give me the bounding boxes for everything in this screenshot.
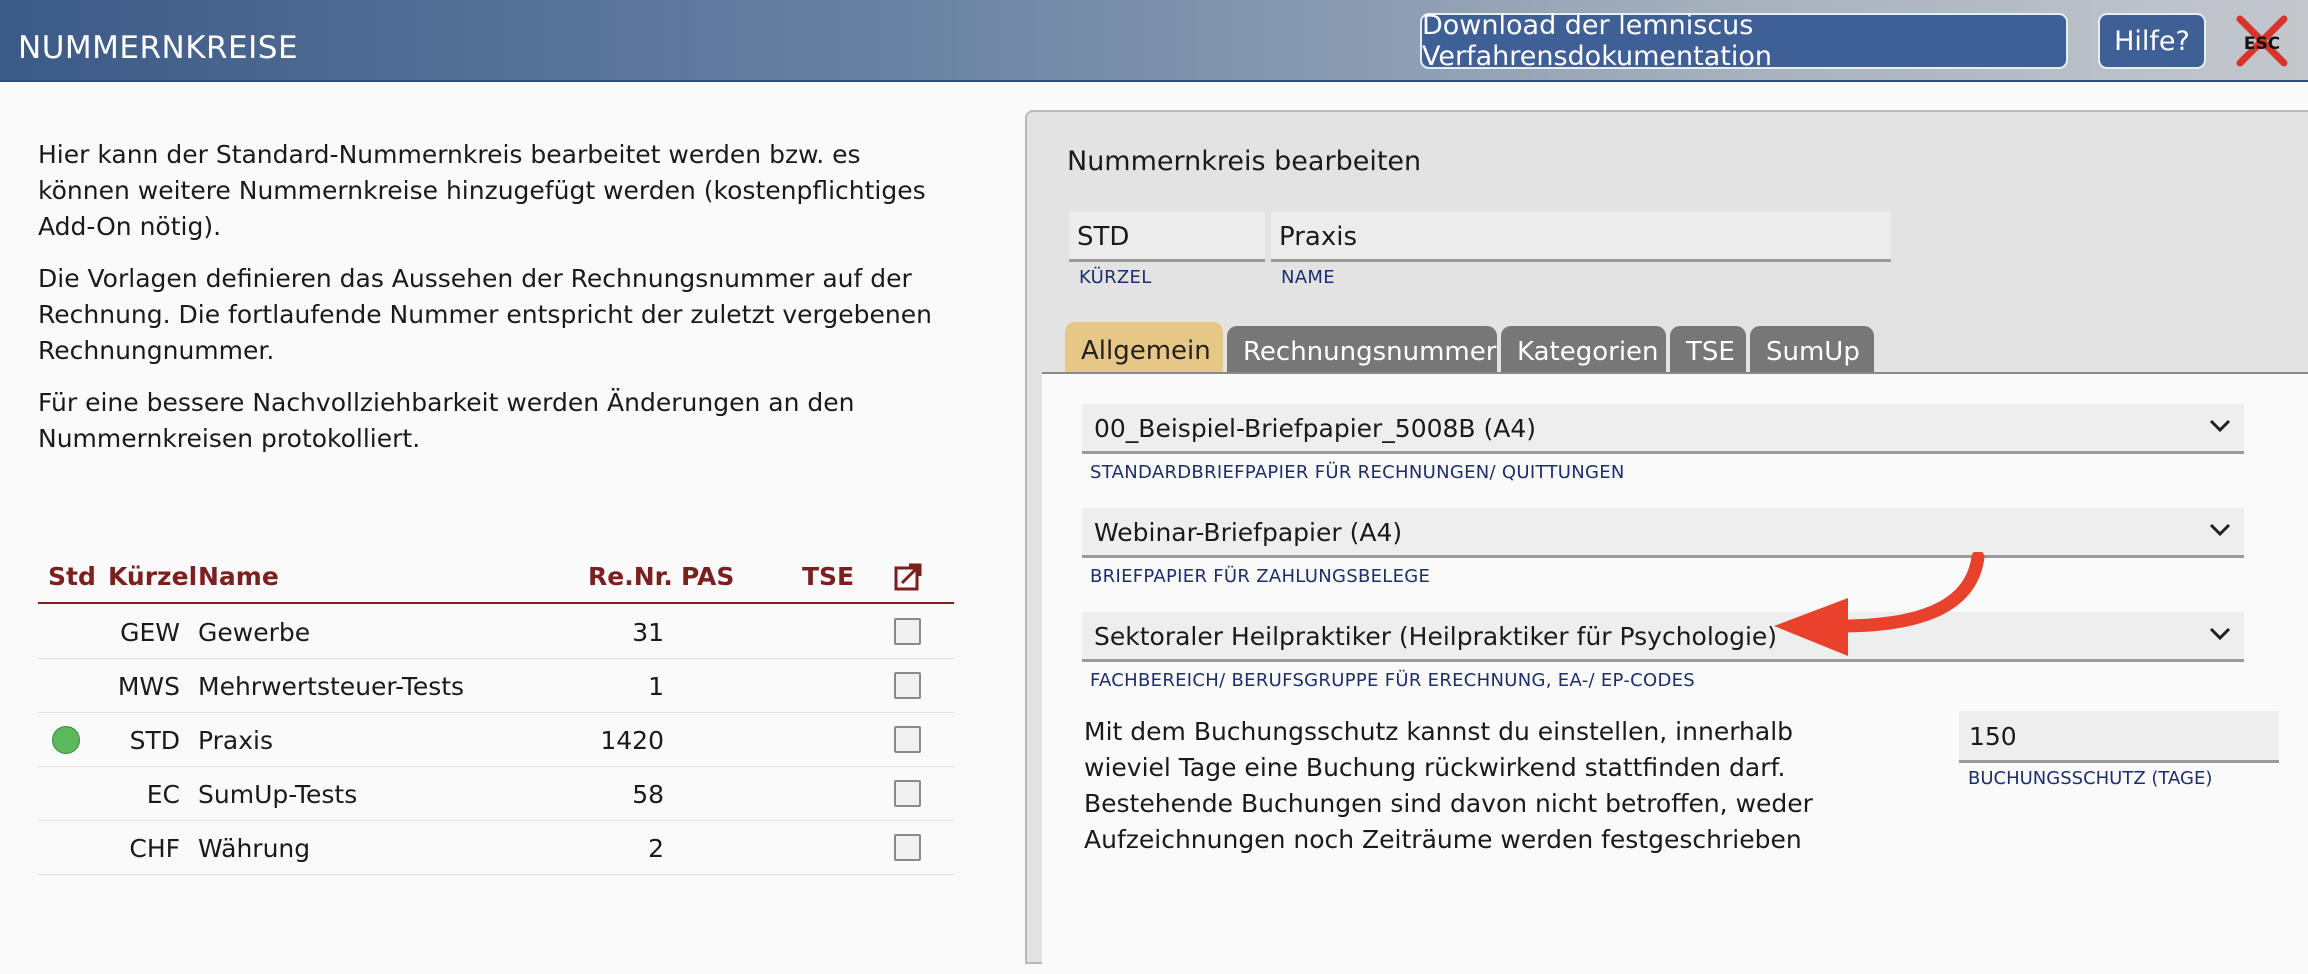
row-kuerzel: GEW [120, 618, 180, 647]
tab-sumup[interactable]: SumUp [1750, 326, 1874, 374]
intro-text: Hier kann der Standard-Nummernkreis bear… [38, 137, 938, 473]
tab-rechnungsnummer[interactable]: Rechnungsnummer [1227, 326, 1497, 374]
table-row[interactable]: GEW Gewerbe 31 [38, 604, 954, 659]
row-kuerzel: CHF [129, 834, 180, 863]
standard-letterhead-select[interactable]: 00_Beispiel-Briefpapier_5008B (A4) [1082, 404, 2244, 454]
row-checkbox[interactable] [894, 726, 921, 753]
select-value: Webinar-Briefpapier (A4) [1094, 518, 1403, 547]
name-input[interactable]: Praxis [1271, 212, 1891, 262]
esc-close-icon[interactable]: ESC [2234, 15, 2290, 67]
select-value: 00_Beispiel-Briefpapier_5008B (A4) [1094, 414, 1537, 443]
column-renr[interactable]: Re.Nr. [588, 562, 673, 591]
edit-select-icon[interactable] [893, 562, 923, 592]
row-renr: 1420 [600, 726, 664, 755]
tab-kategorien[interactable]: Kategorien [1501, 326, 1666, 374]
chevron-down-icon [2209, 419, 2231, 433]
row-checkbox[interactable] [894, 672, 921, 699]
column-tse[interactable]: TSE [802, 562, 854, 591]
kuerzel-input[interactable]: STD [1069, 212, 1265, 262]
row-renr: 1 [648, 672, 664, 701]
column-std[interactable]: Std [48, 562, 96, 591]
help-button[interactable]: Hilfe? [2098, 13, 2206, 69]
tab-allgemein[interactable]: Allgemein [1065, 322, 1223, 374]
chevron-down-icon [2209, 523, 2231, 537]
standard-indicator-icon [52, 726, 80, 754]
row-kuerzel: MWS [117, 672, 180, 701]
booking-protection-input[interactable]: 150 [1959, 711, 2279, 763]
kuerzel-label: KÜRZEL [1079, 267, 1152, 288]
name-label: NAME [1281, 267, 1335, 288]
professional-group-select[interactable]: Sektoraler Heilpraktiker (Heilpraktiker … [1082, 612, 2244, 662]
row-name: Währung [198, 834, 311, 863]
professional-group-label: FACHBEREICH/ BERUFSGRUPPE FÜR ERECHNUNG,… [1090, 670, 1696, 691]
table-row[interactable]: MWS Mehrwertsteuer-Tests 1 [38, 658, 954, 713]
payment-letterhead-label: BRIEFPAPIER FÜR ZAHLUNGSBELEGE [1090, 566, 1431, 587]
row-kuerzel: STD [129, 726, 180, 755]
row-checkbox[interactable] [894, 618, 921, 645]
intro-paragraph-2: Die Vorlagen definieren das Aussehen der… [38, 264, 932, 365]
row-name: Gewerbe [198, 618, 311, 647]
page-title: NUMMERNKREISE [18, 30, 299, 66]
intro-paragraph-1: Hier kann der Standard-Nummernkreis bear… [38, 140, 926, 241]
panel-title: Nummernkreis bearbeiten [1067, 146, 1422, 177]
chevron-down-icon [2209, 627, 2231, 641]
tab-tse[interactable]: TSE [1670, 326, 1746, 374]
app-header: NUMMERNKREISE Download der lemniscus Ver… [0, 0, 2308, 82]
numberrange-table-header: Std Kürzel Name Re.Nr. PAS TSE [38, 558, 954, 604]
annotation-arrow-icon [1774, 552, 1985, 656]
standard-letterhead-label: STANDARDBRIEFPAPIER FÜR RECHNUNGEN/ QUIT… [1090, 462, 1625, 483]
row-renr: 31 [632, 618, 664, 647]
row-checkbox[interactable] [894, 780, 921, 807]
row-checkbox[interactable] [894, 834, 921, 861]
table-row[interactable]: STD Praxis 1420 [38, 712, 954, 767]
row-name: Praxis [198, 726, 273, 755]
intro-paragraph-3: Für eine bessere Nachvollziehbarkeit wer… [38, 388, 855, 453]
column-name[interactable]: Name [198, 562, 279, 591]
column-pas[interactable]: PAS [681, 562, 734, 591]
esc-label: ESC [2244, 34, 2280, 54]
download-documentation-button[interactable]: Download der lemniscus Verfahrensdokumen… [1420, 10, 2068, 72]
edit-numberrange-panel: Nummernkreis bearbeiten STD KÜRZEL Praxi… [1025, 110, 2308, 974]
booking-protection-description: Mit dem Buchungsschutz kannst du einstel… [1084, 717, 1813, 854]
tab-content-allgemein: 00_Beispiel-Briefpapier_5008B (A4) STAND… [1042, 372, 2308, 974]
column-kuerzel[interactable]: Kürzel [108, 562, 197, 591]
table-row[interactable]: CHF Währung 2 [38, 820, 954, 875]
row-name: Mehrwertsteuer-Tests [198, 672, 465, 701]
row-renr: 2 [648, 834, 664, 863]
row-renr: 58 [632, 780, 664, 809]
table-row[interactable]: EC SumUp-Tests 58 [38, 766, 954, 821]
row-kuerzel: EC [146, 780, 180, 809]
select-value: Sektoraler Heilpraktiker (Heilpraktiker … [1094, 622, 1778, 651]
row-name: SumUp-Tests [198, 780, 358, 809]
booking-protection-label: BUCHUNGSSCHUTZ (TAGE) [1968, 768, 2213, 789]
payment-letterhead-select[interactable]: Webinar-Briefpapier (A4) [1082, 508, 2244, 558]
